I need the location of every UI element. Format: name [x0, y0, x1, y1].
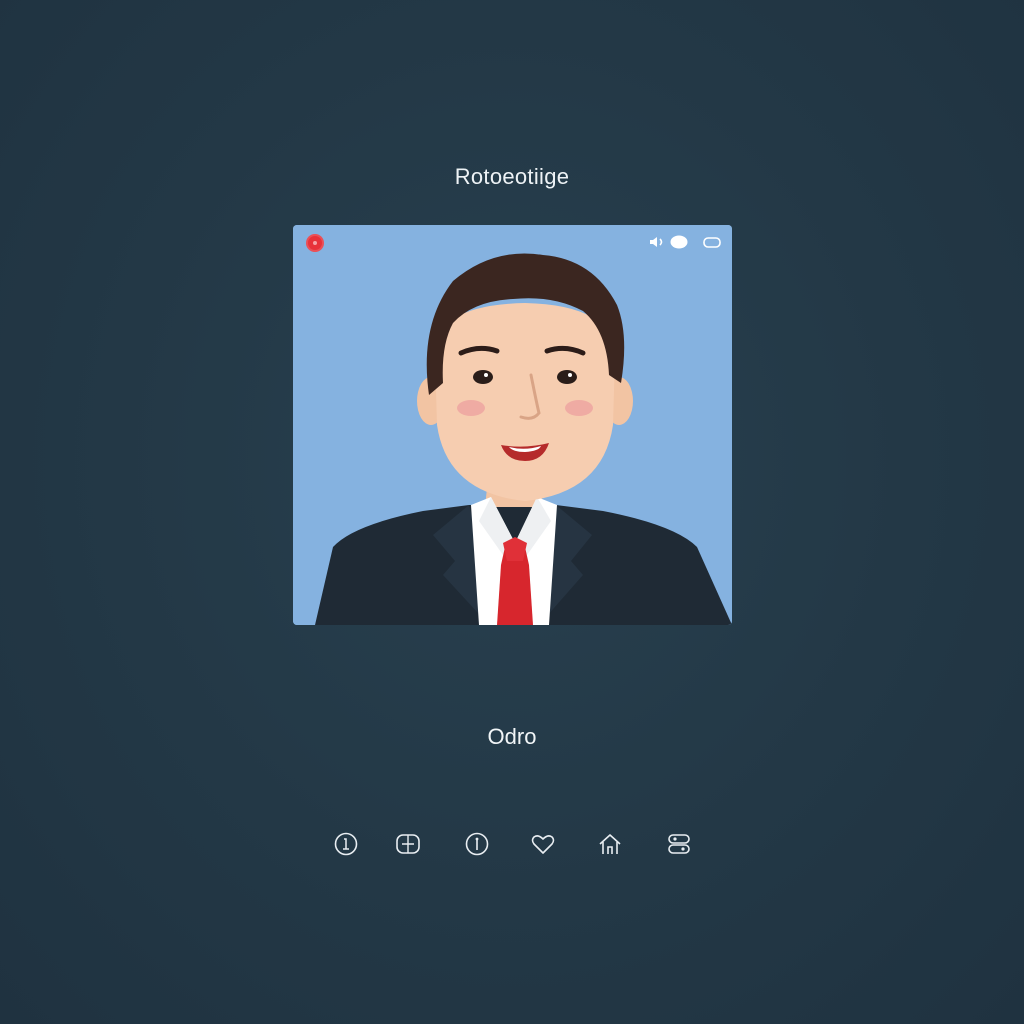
page: Rotoeotiige Odro: [0, 0, 1024, 1024]
gallery-icon[interactable]: [394, 830, 422, 858]
toggle-icon[interactable]: [669, 235, 689, 249]
heart-icon[interactable]: [529, 830, 557, 858]
page-title: Rotoeotiige: [454, 164, 570, 189]
portrait-illustration: [293, 225, 732, 625]
info-icon[interactable]: [463, 830, 491, 858]
home-icon[interactable]: [596, 830, 624, 858]
settings-icon[interactable]: [665, 830, 693, 858]
profile-name: Odro: [487, 724, 537, 749]
record-icon[interactable]: [306, 234, 324, 252]
profile-photo-card[interactable]: [293, 225, 732, 625]
expand-icon[interactable]: [702, 235, 722, 249]
info-icon[interactable]: [332, 830, 360, 858]
action-bar: [0, 830, 1024, 860]
volume-icon[interactable]: [648, 235, 666, 249]
